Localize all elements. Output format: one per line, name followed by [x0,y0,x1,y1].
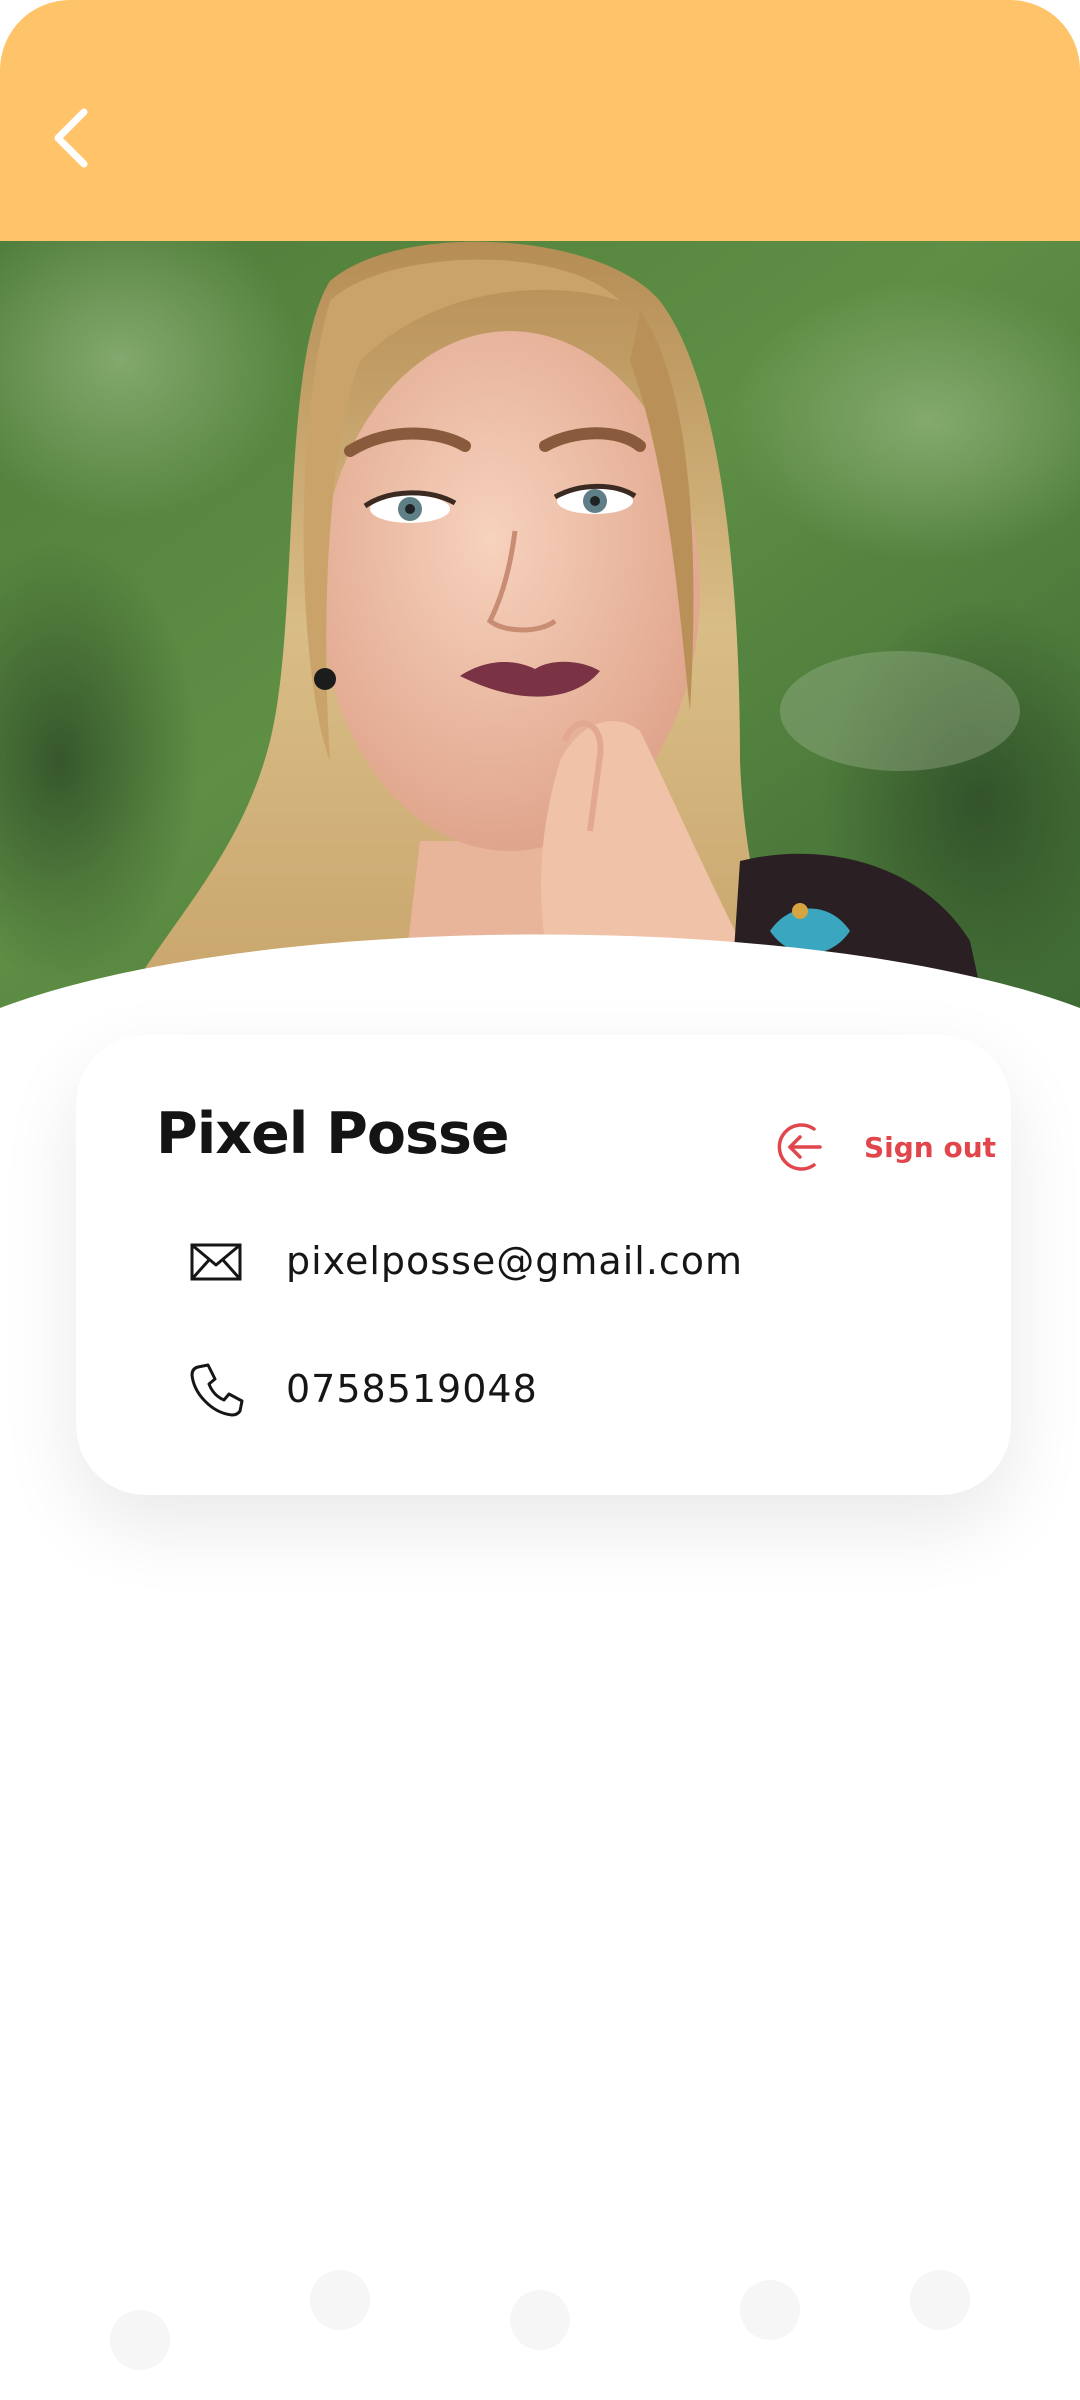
sign-out-button[interactable]: Sign out [774,1117,996,1177]
chevron-left-icon[interactable] [38,98,108,178]
header-bar [0,0,1080,242]
phone-value: 0758519048 [286,1367,538,1411]
sign-out-arrow-icon [777,1123,822,1171]
email-value: pixelposse@gmail.com [286,1239,744,1283]
profile-screen: Pixel Posse Sign out pixelposse@gmail.co… [0,0,1080,2400]
sign-out-label: Sign out [864,1130,997,1164]
photo-curve [0,934,1080,1050]
phone-icon [190,1363,244,1417]
profile-card: Pixel Posse Sign out pixelposse@gmail.co… [76,1035,1011,1495]
envelope-icon [190,1243,242,1281]
profile-photo [0,241,1080,1011]
bottom-nav-ghost [0,2230,1080,2400]
profile-name: Pixel Posse [156,1101,510,1167]
email-row[interactable]: pixelposse@gmail.com [188,1233,743,1289]
phone-row[interactable]: 0758519048 [188,1361,538,1417]
